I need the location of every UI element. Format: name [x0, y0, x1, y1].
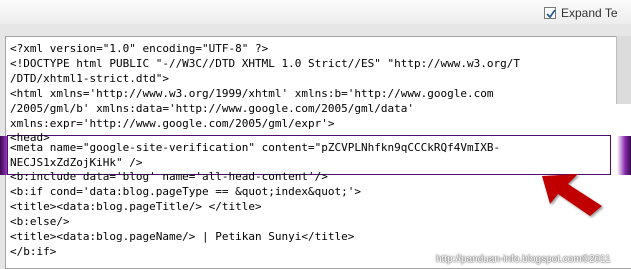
expand-label: Expand Te	[561, 6, 618, 20]
code-line: </b:if>	[10, 245, 57, 258]
checkmark-icon	[546, 9, 556, 19]
watermark: http://panduan-info.blogspot.com©2011	[436, 254, 611, 265]
toolbar: Expand Te	[0, 0, 631, 26]
code-line: <title><data:blog.pageTitle/> </title>	[10, 200, 262, 213]
code-line: <?xml version="1.0" encoding="UTF-8" ?>	[10, 42, 269, 55]
code-line: <html xmlns='http://www.w3.org/1999/xhtm…	[10, 87, 494, 100]
code-line-meta: NECJS1xZdZojKiHk" />	[10, 156, 143, 169]
code-line: /DTD/xhtml1-strict.dtd">	[10, 72, 169, 85]
code-line: <title><data:blog.pageName/> | Petikan S…	[10, 230, 355, 243]
code-line: xmlns:expr='http://www.google.com/2005/g…	[10, 117, 335, 130]
code-line: <b:else/>	[10, 215, 70, 228]
expand-checkbox[interactable]	[544, 7, 556, 19]
code-line-meta: <meta name="google-site-verification" co…	[10, 141, 501, 154]
code-line: <!DOCTYPE html PUBLIC "-//W3C//DTD XHTML…	[10, 57, 520, 70]
expand-template-toggle[interactable]: Expand Te	[544, 5, 618, 21]
code-line: <b:include data='blog' name='all-head-co…	[10, 170, 328, 183]
editor-scrollbar[interactable]	[616, 36, 631, 104]
code-line: /2005/gml/b' xmlns:data='http://www.goog…	[10, 102, 414, 115]
code-line: <b:if cond='data:blog.pageType == &quot;…	[10, 185, 361, 198]
red-arrow-icon	[542, 174, 602, 216]
